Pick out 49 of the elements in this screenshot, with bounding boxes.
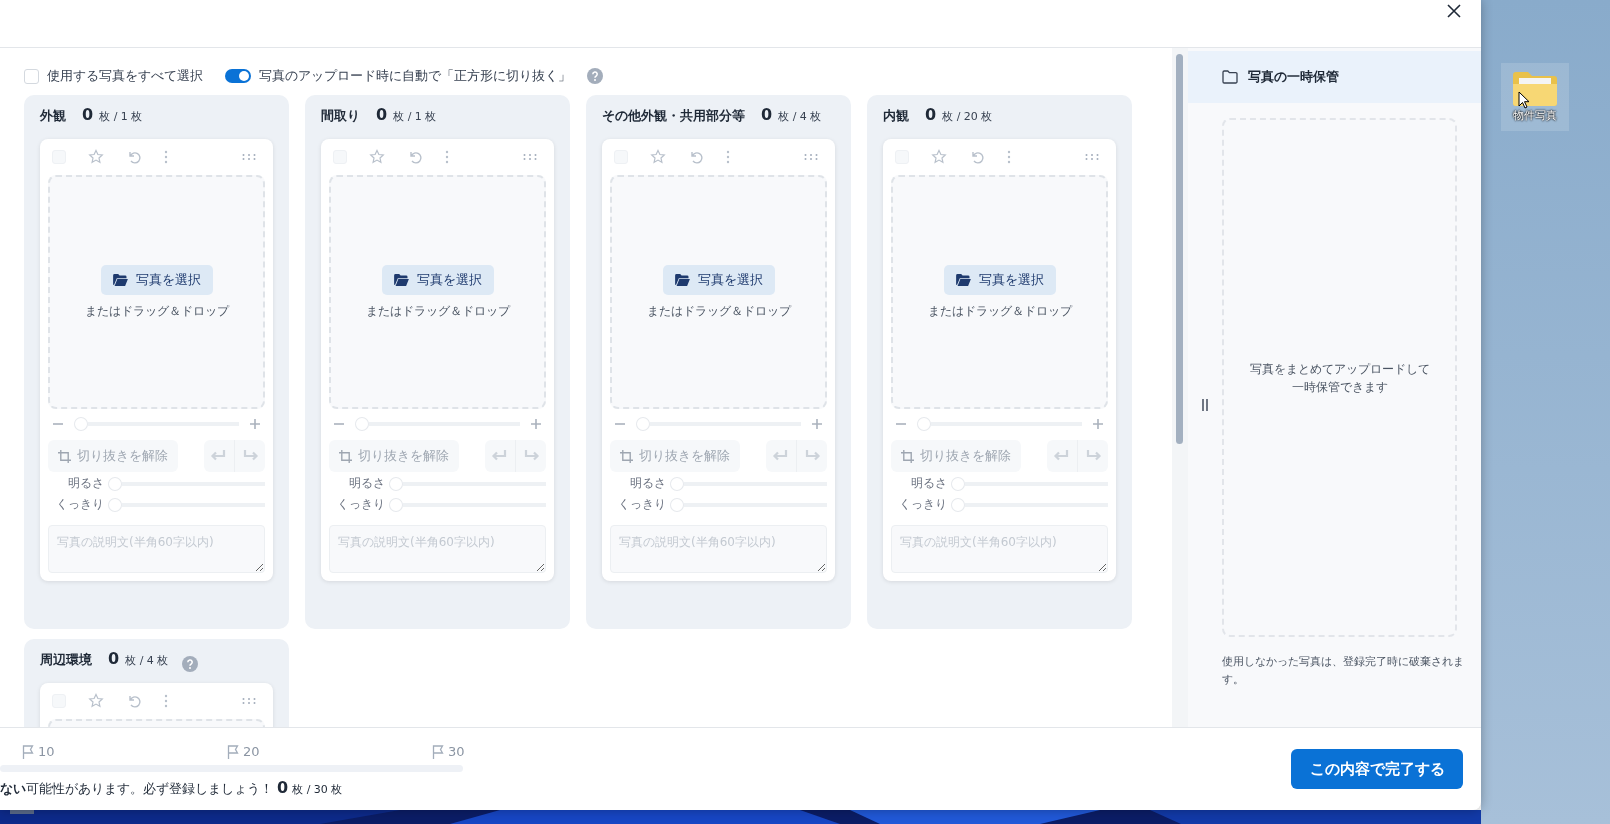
select-all-label: 使用する写真をすべて選択 [47,67,203,85]
select-photo-button[interactable]: 写真を選択 [943,264,1056,295]
temp-drop-text: 写真をまとめてアップロードして [1249,360,1430,378]
slider-label: 明るさ [348,475,385,492]
slider-label: 明るさ [629,475,666,492]
drag-drop-hint: またはドラッグ＆ドロップ [365,302,510,320]
temp-drop-text: 一時保管できます [1291,378,1388,396]
drag-drop-hint: またはドラッグ＆ドロップ [84,302,229,320]
temp-storage-note: 使用しなかった写真は、登録完了時に破棄されます。 [1222,654,1465,688]
milestone-label: 30 [432,744,637,759]
complete-button[interactable]: この内容で完了する [1291,749,1463,789]
milestone-label: 20 [227,744,432,759]
drop-zone[interactable]: 写真を選択 またはドラッグ＆ドロップ [329,175,546,409]
slider-label: くっきり [617,496,666,513]
photo-limit: 枚 / 20 枚 [942,109,993,124]
select-photo-button[interactable]: 写真を選択 [662,264,775,295]
slider-label: 明るさ [910,475,947,492]
total-limit: 枚 / 30 枚 [292,781,343,797]
drop-zone[interactable]: 写真を選択 またはドラッグ＆ドロップ [48,175,265,409]
auto-crop-label: 写真のアップロード時に自動で「正方形に切り抜く」 [259,67,571,85]
photo-count: 0 [82,105,94,124]
photo-count: 0 [761,105,773,124]
category-title: 間取り [321,107,360,125]
category-title: その他外観・共用部分等 [602,107,745,125]
slider-label: くっきり [336,496,385,513]
category-title: 外観 [40,107,66,125]
drag-drop-hint: またはドラッグ＆ドロップ [927,302,1072,320]
photo-limit: 枚 / 1 枚 [99,109,143,124]
select-photo-button[interactable]: 写真を選択 [100,264,213,295]
photo-count: 0 [108,649,120,668]
photo-limit: 枚 / 1 枚 [393,109,437,124]
photo-count: 0 [376,105,388,124]
drop-zone[interactable]: 写真を選択 またはドラッグ＆ドロップ [610,175,827,409]
milestone-label: 10 [22,744,227,759]
temp-drop-zone[interactable]: 写真をまとめてアップロードして 一時保管できます [1222,118,1457,637]
slider-label: くっきり [55,496,104,513]
category-title: 内観 [883,107,909,125]
photo-limit: 枚 / 4 枚 [778,109,822,124]
reminder-message: ない可能性があります。必ず登録しましょう！ [0,779,273,798]
slider-label: 明るさ [67,475,104,492]
select-photo-button[interactable]: 写真を選択 [381,264,494,295]
photo-limit: 枚 / 4 枚 [125,653,169,668]
category-title: 周辺環境 [40,651,92,669]
total-count: 0 [277,777,289,797]
temp-storage-title: 写真の一時保管 [1248,68,1339,86]
slider-label: くっきり [898,496,947,513]
drag-drop-hint: またはドラッグ＆ドロップ [646,302,791,320]
drop-zone[interactable]: 写真を選択 またはドラッグ＆ドロップ [891,175,1108,409]
photo-count: 0 [925,105,937,124]
